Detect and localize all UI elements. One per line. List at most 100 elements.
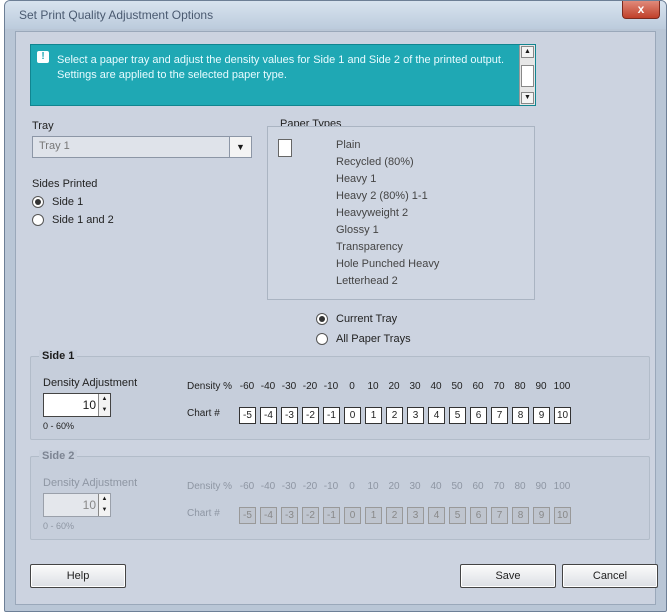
side2-density-tick: 100 (553, 481, 571, 492)
side2-density-tick: 50 (451, 481, 463, 492)
radio-all-trays[interactable] (316, 333, 328, 345)
side1-density-tick: 30 (409, 381, 421, 392)
side1-chart-cell[interactable]: 10 (554, 407, 571, 424)
side1-density-tick: -10 (323, 381, 339, 392)
side-2-field-label: Density Adjustment (43, 477, 138, 489)
side1-chart-cell[interactable]: 5 (449, 407, 466, 424)
side-2-group: Side 2 Density Adjustment 10 ▲ ▼ 0 - 60%… (30, 450, 650, 540)
side2-density-tick: 80 (514, 481, 526, 492)
side1-density-tick: 90 (535, 381, 547, 392)
paper-type-item[interactable]: Heavyweight 2 (336, 207, 408, 219)
side-1-field-label: Density Adjustment (43, 377, 138, 389)
stepper-down-icon[interactable]: ▼ (99, 505, 110, 516)
side2-chart-cell: 9 (533, 507, 550, 524)
tray-dropdown[interactable]: Tray 1 ▼ (32, 136, 252, 158)
side2-chart-cell: -2 (302, 507, 319, 524)
side-2-density-value: 10 (82, 498, 96, 512)
side-2-chart-label: Chart # (187, 508, 220, 519)
stepper-down-icon[interactable]: ▼ (99, 405, 110, 416)
side1-chart-cell[interactable]: 7 (491, 407, 508, 424)
side2-chart-cell: -3 (281, 507, 298, 524)
side1-density-tick: -30 (281, 381, 297, 392)
info-banner: ! Select a paper tray and adjust the den… (30, 44, 536, 106)
side1-density-tick: 20 (388, 381, 400, 392)
save-button[interactable]: Save (460, 564, 556, 588)
side2-chart-cell: 1 (365, 507, 382, 524)
side2-density-tick: -30 (281, 481, 297, 492)
radio-side-1-and-2[interactable] (32, 214, 44, 226)
help-button[interactable]: Help (30, 564, 126, 588)
scroll-up-icon[interactable]: ▲ (521, 46, 534, 58)
close-button[interactable]: x (622, 1, 660, 19)
paper-type-item[interactable]: Glossy 1 (336, 224, 379, 236)
radio-side-1-label: Side 1 (52, 196, 84, 208)
side2-density-tick: 40 (430, 481, 442, 492)
scroll-thumb[interactable] (521, 65, 534, 87)
radio-side-1-and-2-label: Side 1 and 2 (52, 214, 114, 226)
side-2-title: Side 2 (39, 450, 78, 462)
side-2-density-label: Density % (187, 481, 233, 492)
banner-scrollbar[interactable]: ▲ ▼ (519, 45, 535, 105)
side-1-density-stepper[interactable]: 10 ▲ ▼ (43, 393, 111, 417)
side2-density-tick: 70 (493, 481, 505, 492)
paper-type-item[interactable]: Transparency (336, 241, 403, 253)
paper-type-item[interactable]: Plain (336, 139, 360, 151)
title-bar: Set Print Quality Adjustment Options x (5, 1, 666, 29)
dialog-window: Set Print Quality Adjustment Options x !… (4, 0, 667, 612)
side1-chart-cell[interactable]: -3 (281, 407, 298, 424)
side1-chart-cell[interactable]: -4 (260, 407, 277, 424)
cancel-button[interactable]: Cancel (562, 564, 658, 588)
side2-chart-cell: 8 (512, 507, 529, 524)
side2-chart-cell: 2 (386, 507, 403, 524)
side2-chart-cell: 10 (554, 507, 571, 524)
side-1-density-value: 10 (82, 398, 96, 412)
side1-density-tick: 50 (451, 381, 463, 392)
side1-chart-cell[interactable]: -1 (323, 407, 340, 424)
side-1-stepper-buttons[interactable]: ▲ ▼ (98, 394, 110, 416)
side1-chart-cell[interactable]: 0 (344, 407, 361, 424)
side1-chart-cell[interactable]: -5 (239, 407, 256, 424)
radio-all-trays-label: All Paper Trays (336, 333, 411, 345)
side1-chart-cell[interactable]: 4 (428, 407, 445, 424)
side2-density-tick: -20 (302, 481, 318, 492)
document-icon (278, 139, 292, 157)
paper-type-item[interactable]: Letterhead 2 (336, 275, 398, 287)
paper-type-item[interactable]: Recycled (80%) (336, 156, 414, 168)
side1-chart-cell[interactable]: 9 (533, 407, 550, 424)
side-1-title: Side 1 (39, 350, 78, 362)
side1-chart-cell[interactable]: 6 (470, 407, 487, 424)
info-icon: ! (37, 51, 49, 63)
scroll-down-icon[interactable]: ▼ (521, 92, 534, 104)
side2-density-tick: -10 (323, 481, 339, 492)
side2-density-tick: -40 (260, 481, 276, 492)
side1-density-tick: 80 (514, 381, 526, 392)
paper-type-item[interactable]: Hole Punched Heavy (336, 258, 439, 270)
chevron-down-icon[interactable]: ▼ (229, 137, 251, 157)
side2-chart-cell: -1 (323, 507, 340, 524)
paper-type-item[interactable]: Heavy 2 (80%) 1-1 (336, 190, 428, 202)
paper-type-item[interactable]: Heavy 1 (336, 173, 376, 185)
side1-chart-cell[interactable]: 2 (386, 407, 403, 424)
side1-density-tick: -20 (302, 381, 318, 392)
side-2-stepper-buttons[interactable]: ▲ ▼ (98, 494, 110, 516)
side2-density-tick: 20 (388, 481, 400, 492)
side1-chart-cell[interactable]: 8 (512, 407, 529, 424)
side1-chart-cell[interactable]: 3 (407, 407, 424, 424)
banner-text: Select a paper tray and adjust the densi… (57, 54, 505, 81)
side-1-group: Side 1 Density Adjustment 10 ▲ ▼ 0 - 60%… (30, 350, 650, 440)
side-1-density-label: Density % (187, 381, 233, 392)
side2-chart-cell: 4 (428, 507, 445, 524)
side1-density-tick: 100 (553, 381, 571, 392)
side2-density-tick: -60 (239, 481, 255, 492)
stepper-up-icon[interactable]: ▲ (99, 394, 110, 405)
radio-side-1[interactable] (32, 196, 44, 208)
stepper-up-icon[interactable]: ▲ (99, 494, 110, 505)
radio-current-tray[interactable] (316, 313, 328, 325)
tray-label: Tray (32, 120, 54, 132)
side1-density-tick: -60 (239, 381, 255, 392)
side1-chart-cell[interactable]: -2 (302, 407, 319, 424)
side-2-density-stepper[interactable]: 10 ▲ ▼ (43, 493, 111, 517)
side1-chart-cell[interactable]: 1 (365, 407, 382, 424)
radio-current-tray-label: Current Tray (336, 313, 398, 325)
side1-density-tick: 10 (367, 381, 379, 392)
